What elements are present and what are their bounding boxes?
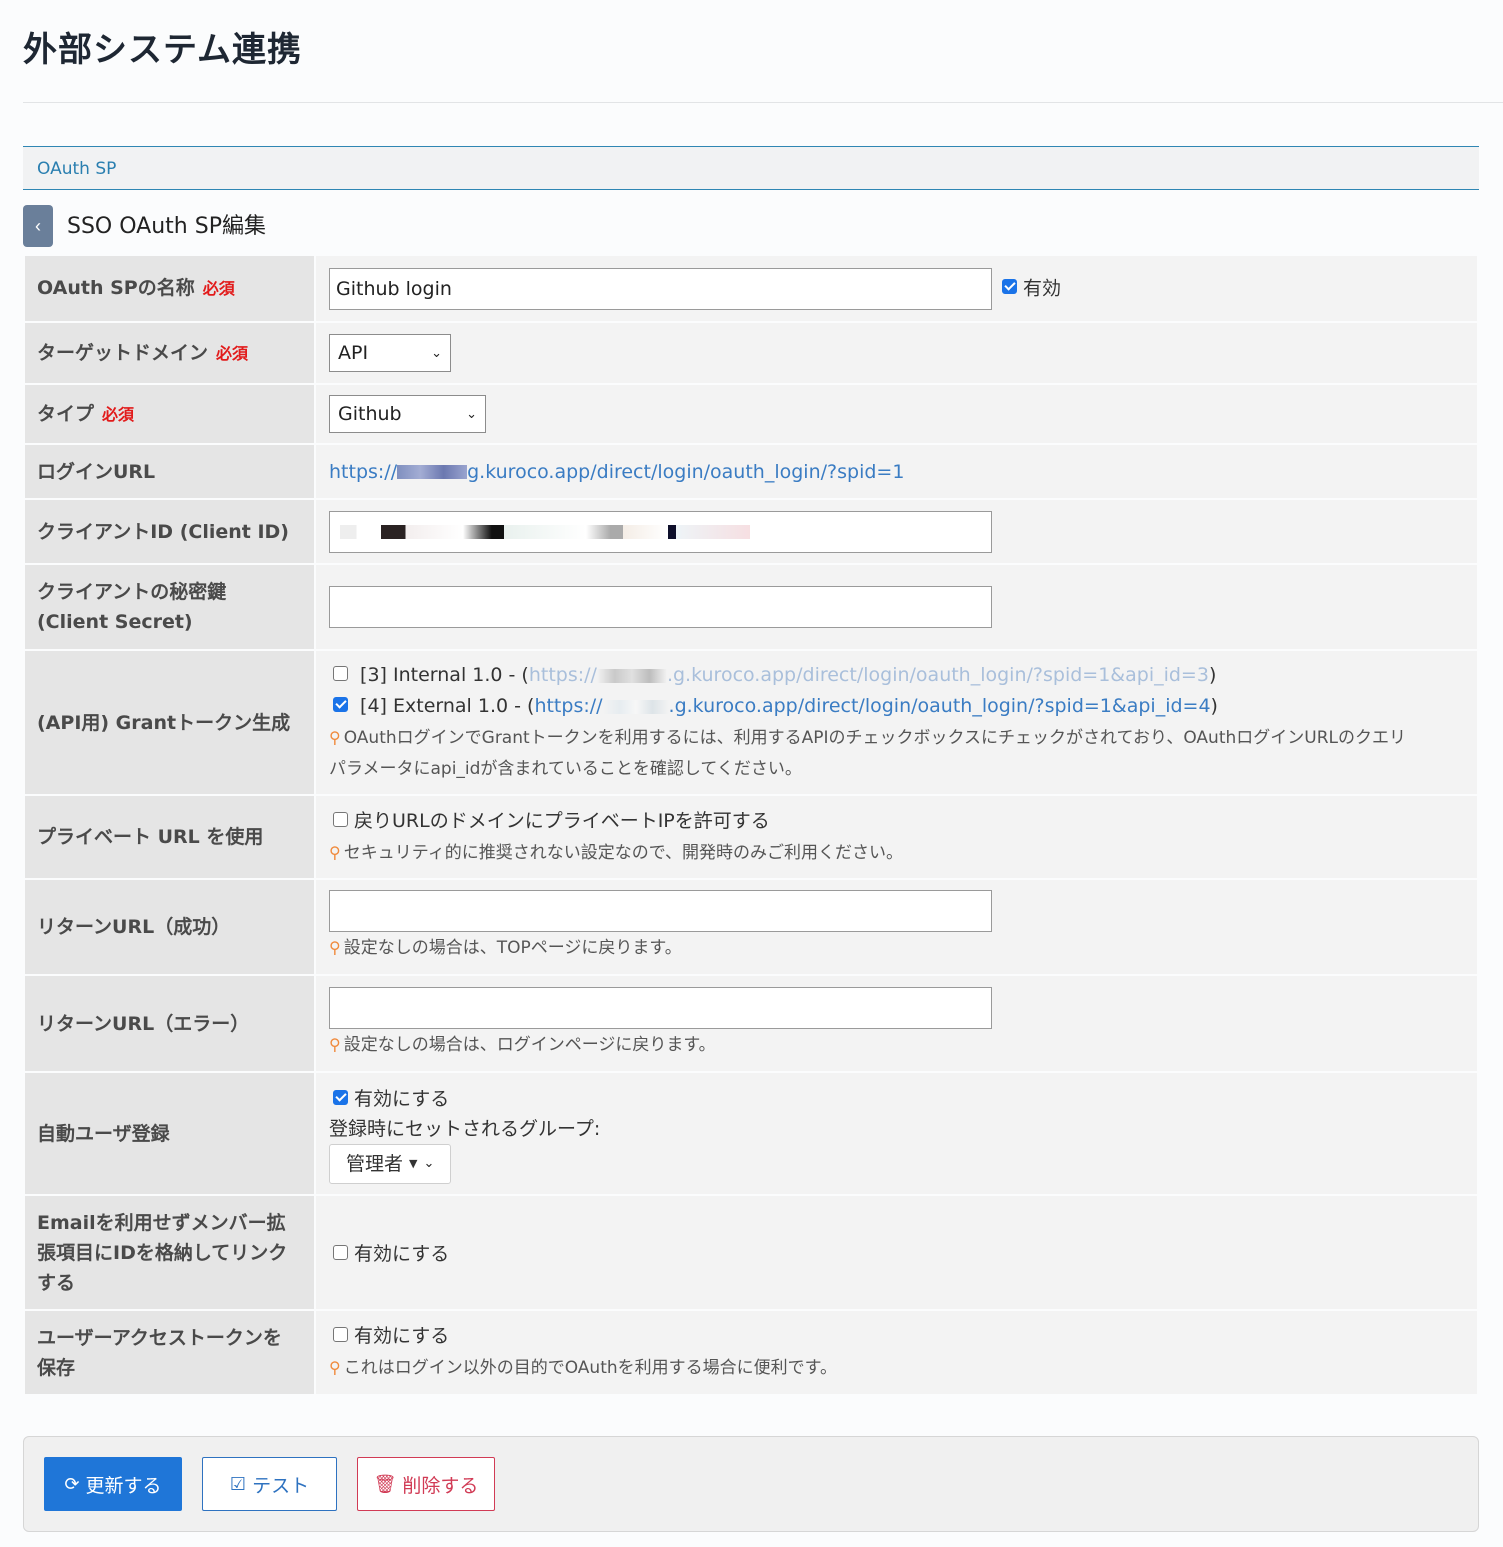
save-token-checkbox[interactable] xyxy=(333,1327,348,1342)
oauth-sp-form: OAuth SPの名称必須 有効 ターゲットドメイン必須 API⌄ タイプ必須 … xyxy=(25,256,1477,1396)
row-type: タイプ 必須 Github ⌄ xyxy=(25,384,1477,445)
redacted-block xyxy=(602,699,669,714)
label-return-error: リターンURL（エラー） xyxy=(25,975,316,1073)
label-private-url: プライベート URL を使用 xyxy=(25,795,316,880)
label-type: タイプ 必須 xyxy=(25,384,316,445)
refresh-icon: ⟳ xyxy=(64,1473,80,1495)
chevron-down-icon: ⌄ xyxy=(466,406,477,422)
required-badge: 必須 xyxy=(216,343,249,363)
row-client-id: クライアントID (Client ID) xyxy=(25,499,1477,565)
row-target-domain: ターゲットドメイン 必須 API ⌄ xyxy=(25,322,1477,385)
return-error-input[interactable] xyxy=(329,986,992,1029)
section-title: OAuth SP xyxy=(37,159,117,179)
redacted-block xyxy=(340,524,750,539)
action-bar: ⟳ 更新する ☑ テスト 🗑 削除する xyxy=(23,1436,1479,1532)
group-select[interactable]: 管理者 ▼ ⌄ xyxy=(329,1143,452,1184)
label-client-secret: クライアントの秘密鍵 (Client Secret) xyxy=(25,564,316,651)
client-secret-input[interactable] xyxy=(329,586,992,628)
required-badge: 必須 xyxy=(202,279,235,298)
chevron-down-icon: ⌄ xyxy=(423,1155,435,1171)
row-save-token: ユーザーアクセストークンを 保存 有効にする ⚲ これはログイン以外の目的でOAut… xyxy=(25,1310,1477,1396)
update-button[interactable]: ⟳ 更新する xyxy=(44,1457,182,1511)
grant-hint: ⚲ OAuthログインでGrantトークンを利用するには、利用するAPIのチェック… xyxy=(329,728,1406,779)
row-link-by-id: Emailを利用せずメンバー拡 張項目にIDを格納してリンク する 有効にする xyxy=(25,1195,1477,1311)
row-private-url: プライベート URL を使用 戻りURLのドメインにプライベートIPを許可する … xyxy=(25,795,1477,880)
row-name: OAuth SPの名称必須 有効 xyxy=(25,256,1477,323)
enabled-label: 有効 xyxy=(1023,277,1062,299)
back-button[interactable]: ‹ xyxy=(23,205,53,247)
return-success-hint: ⚲ 設定なしの場合は、TOPページに戻ります。 xyxy=(329,938,682,958)
name-input[interactable] xyxy=(329,267,992,310)
label-grant-token: (API用) Grantトークン生成 xyxy=(25,650,316,796)
link-by-id-checkbox-label: 有効にする xyxy=(354,1243,450,1265)
label-return-success: リターンURL（成功） xyxy=(25,879,316,976)
check-square-icon: ☑ xyxy=(229,1473,247,1495)
lightbulb-icon: ⚲ xyxy=(329,728,341,747)
label-link-by-id: Emailを利用せずメンバー拡 張項目にIDを格納してリンク する xyxy=(25,1195,316,1311)
redacted-block xyxy=(596,668,667,683)
row-return-success: リターンURL（成功） ⚲ 設定なしの場合は、TOPページに戻ります。 xyxy=(25,879,1477,976)
chevron-down-icon: ⌄ xyxy=(431,345,442,361)
label-login-url: ログインURL xyxy=(25,444,316,500)
grant-item-internal: [3] Internal 1.0 - (https://.g.kuroco.ap… xyxy=(329,660,1465,691)
label-client-id: クライアントID (Client ID) xyxy=(25,499,316,565)
label-target-domain: ターゲットドメイン 必須 xyxy=(25,322,316,385)
client-id-input[interactable] xyxy=(329,510,992,553)
row-return-error: リターンURL（エラー） ⚲ 設定なしの場合は、ログインページに戻ります。 xyxy=(25,975,1477,1073)
target-domain-select[interactable]: API ⌄ xyxy=(329,334,451,372)
type-select[interactable]: Github ⌄ xyxy=(329,395,486,433)
caret-down-icon: ▼ xyxy=(409,1156,418,1170)
required-badge: 必須 xyxy=(102,404,135,424)
row-client-secret: クライアントの秘密鍵 (Client Secret) xyxy=(25,564,1477,651)
grant-item-external: [4] External 1.0 - (https://.g.kuroco.ap… xyxy=(329,691,1465,722)
label-auto-register: 自動ユーザ登録 xyxy=(25,1072,316,1196)
row-auto-register: 自動ユーザ登録 有効にする 登録時にセットされるグループ: 管理者 ▼ ⌄ xyxy=(25,1072,1477,1196)
sub-title: SSO OAuth SP編集 xyxy=(67,214,266,239)
private-url-checkbox[interactable] xyxy=(333,811,348,827)
row-login-url: ログインURL https://g.kuroco.app/direct/logi… xyxy=(25,444,1477,500)
return-success-input[interactable] xyxy=(329,890,992,932)
auto-register-checkbox[interactable] xyxy=(333,1089,348,1105)
redacted-block xyxy=(397,465,468,479)
grant-external-checkbox[interactable] xyxy=(333,697,348,712)
chevron-left-icon: ‹ xyxy=(35,215,41,236)
return-error-hint: ⚲ 設定なしの場合は、ログインページに戻ります。 xyxy=(329,1034,716,1055)
private-url-checkbox-label: 戻りURLのドメインにプライベートIPを許可する xyxy=(354,809,770,832)
grant-external-link[interactable]: https://.g.kuroco.app/direct/login/oauth… xyxy=(534,695,1210,717)
delete-button[interactable]: 🗑 削除する xyxy=(357,1457,495,1511)
title-divider xyxy=(23,102,1503,103)
row-grant-token: (API用) Grantトークン生成 [3] Internal 1.0 - (h… xyxy=(25,650,1477,796)
trash-icon: 🗑 xyxy=(373,1473,397,1495)
grant-internal-checkbox[interactable] xyxy=(333,666,348,681)
lightbulb-icon: ⚲ xyxy=(329,938,341,957)
link-by-id-checkbox[interactable] xyxy=(333,1245,348,1260)
grant-internal-link[interactable]: https://.g.kuroco.app/direct/login/oauth… xyxy=(529,664,1209,686)
login-url-link[interactable]: https://g.kuroco.app/direct/login/oauth_… xyxy=(329,461,904,483)
page-title: 外部システム連携 xyxy=(23,30,302,70)
label-save-token: ユーザーアクセストークンを 保存 xyxy=(25,1310,316,1396)
lightbulb-icon: ⚲ xyxy=(329,1358,341,1377)
save-token-hint: ⚲ これはログイン以外の目的でOAuthを利用する場合に便利です。 xyxy=(329,1358,837,1378)
test-button[interactable]: ☑ テスト xyxy=(202,1457,337,1511)
lightbulb-icon: ⚲ xyxy=(329,842,341,862)
private-url-hint: ⚲ セキュリティ的に推奨されない設定なので、開発時のみご利用ください。 xyxy=(329,842,904,863)
save-token-checkbox-label: 有効にする xyxy=(354,1325,450,1347)
label-name: OAuth SPの名称 必須 xyxy=(25,256,316,323)
lightbulb-icon: ⚲ xyxy=(329,1034,341,1054)
group-label: 登録時にセットされるグループ: xyxy=(329,1117,601,1140)
auto-register-checkbox-label: 有効にする xyxy=(354,1087,450,1110)
section-header: OAuth SP xyxy=(23,146,1479,190)
enabled-checkbox[interactable] xyxy=(1002,279,1018,294)
